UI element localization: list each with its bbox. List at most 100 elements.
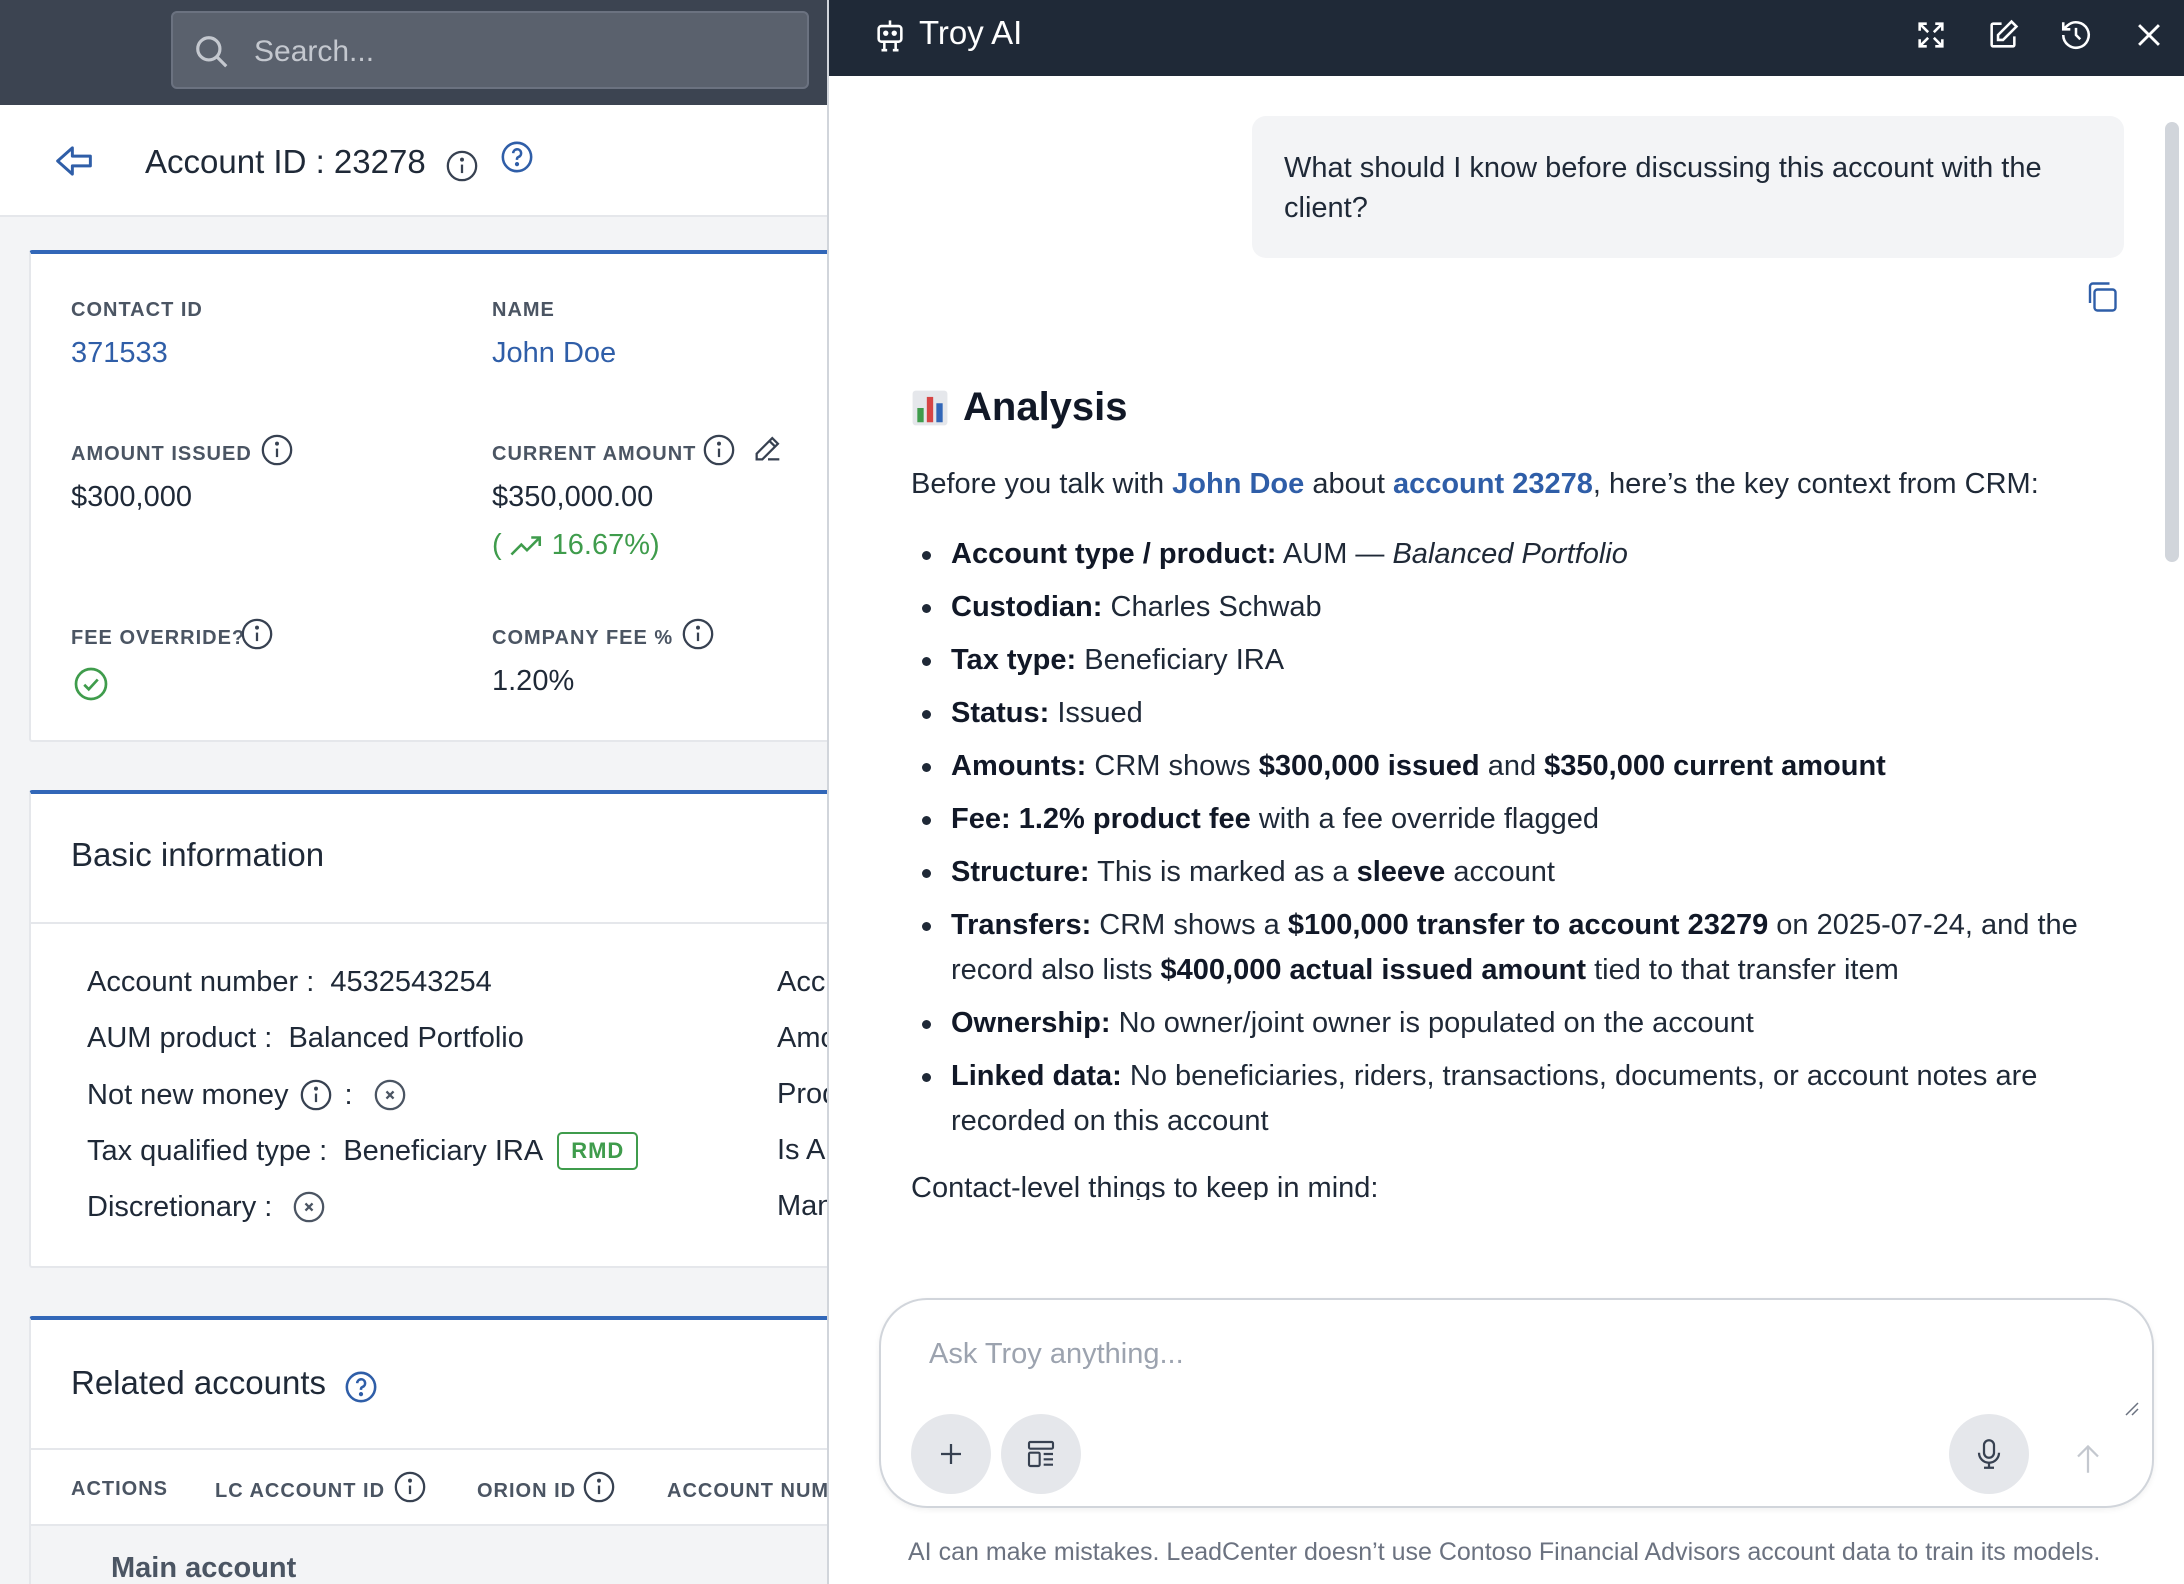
current-amount-value: $350,000.00 [492,481,654,513]
help-icon[interactable] [500,140,534,174]
chat-composer[interactable]: Ask Troy anything... [879,1298,2154,1508]
discretionary-row: Discretionary : [87,1190,326,1224]
contact-name-link[interactable]: John Doe [492,337,616,370]
bullet-label: Amounts: [951,750,1087,782]
column-header-account-number[interactable]: ACCOUNT NUM [667,1480,827,1503]
account-summary-card: CONTACT ID 371533 NAME John Doe AMOUNT I… [29,250,827,742]
bullet-text: No owner/joint owner is populated on the… [1110,1007,1754,1039]
bullet-text: with a fee override flagged [1250,803,1599,835]
robot-icon [877,20,903,52]
info-icon[interactable] [393,1470,427,1504]
bullet-text: account [1445,856,1555,888]
x-circle-icon [374,1079,405,1111]
trending-up-icon [510,535,541,555]
divider [31,1448,827,1450]
bullet-text: Balanced Portfolio [1392,538,1628,570]
ai-disclaimer: AI can make mistakes. LeadCenter doesn’t… [908,1538,2101,1566]
info-icon[interactable] [299,1078,333,1112]
ai-assistant-pane: Troy AI What should I know before discus… [827,0,2184,1584]
right-column-label: Amo [777,1022,827,1054]
account-number-row: Account number : 4532543254 [87,966,492,999]
right-column-label: Man [777,1190,827,1222]
context-bullet: Status: Issued [922,691,2121,736]
amount-change: ( 16.67%) [492,529,660,562]
right-column-label: Prod [777,1078,827,1110]
edit-icon[interactable] [751,431,785,465]
info-icon[interactable] [702,433,736,467]
tax-type-value: Beneficiary IRA [343,1134,544,1167]
amount-issued-label: AMOUNT ISSUED [71,443,252,465]
contact-link[interactable]: John Doe [1172,468,1304,500]
new-chat-icon[interactable] [1986,18,2020,52]
section-title: Basic information [71,836,325,873]
bullet-text: $350,000 current amount [1544,750,1886,782]
page-title: Account ID : 23278 [145,143,426,180]
intro-text: Before you talk with [911,468,1173,500]
basic-information-card: Basic information Account number : 45325… [29,790,827,1268]
bullet-text: $100,000 transfer to account 23279 [1287,909,1769,941]
assistant-response: Analysis Before you talk with John Doe a… [879,350,2129,1200]
bullet-label: Structure: [951,856,1090,888]
context-bullet: Ownership: No owner/joint owner is popul… [922,1001,2121,1046]
table-row[interactable]: Main account [31,1526,827,1584]
company-fee-label: COMPANY FEE % [492,627,674,649]
right-column-label: Acc [777,966,826,998]
resize-handle-icon[interactable] [2120,1397,2140,1417]
section-title: Related accounts [71,1364,326,1401]
ai-title: Troy AI [919,14,1023,51]
account-header: Account ID : 23278 [0,105,827,217]
response-intro: Before you talk with John Doe about acco… [911,468,2039,501]
chat-input-placeholder: Ask Troy anything... [929,1338,1184,1370]
bullet-text: $300,000 issued [1258,750,1480,782]
search-input[interactable]: Search... [171,11,809,89]
info-icon[interactable] [260,433,294,467]
history-icon[interactable] [2059,18,2093,52]
fee-override-label: FEE OVERRIDE? [71,627,246,649]
heading-text: Analysis [963,385,1128,429]
close-icon[interactable] [2132,18,2166,52]
add-attachment-button[interactable] [911,1414,991,1494]
voice-input-button[interactable] [1949,1414,2029,1494]
tax-type-row: Tax qualified type : Beneficiary IRA RMD [87,1132,639,1170]
right-column-label: Is A [777,1134,826,1166]
context-bullet: Amounts: CRM shows $300,000 issued and $… [922,744,2121,789]
bullet-text: AUM — [1276,538,1393,570]
template-icon [1027,1440,1055,1468]
bullet-label: Custodian: [951,591,1103,623]
check-circle-icon [74,667,108,701]
contact-id-link[interactable]: 371533 [71,337,168,370]
change-percent: 16.67%) [551,529,660,561]
crm-pane: Search... Account ID : 23278 CONTACT ID … [0,0,827,1584]
scrollbar[interactable] [2165,122,2179,562]
expand-icon[interactable] [1914,18,1948,52]
intro-text: , here’s the key context from CRM: [1592,468,2039,500]
context-bullet: Tax type: Beneficiary IRA [922,638,2121,683]
copy-icon[interactable] [2084,279,2120,315]
change-open-paren: ( [492,529,502,561]
info-icon[interactable] [445,149,479,183]
aum-product-label: AUM product : [87,1022,273,1054]
column-header-actions[interactable]: ACTIONS [71,1478,168,1501]
divider [31,922,827,924]
bullet-text: This is marked as a [1089,856,1357,888]
aum-product-value: Balanced Portfolio [288,1022,524,1054]
info-icon[interactable] [681,617,715,651]
info-icon[interactable] [240,617,274,651]
microphone-icon [1977,1439,2001,1469]
info-icon[interactable] [582,1470,616,1504]
templates-button[interactable] [1001,1414,1081,1494]
back-arrow-icon[interactable] [54,143,94,179]
company-fee-value: 1.20% [492,665,575,697]
rmd-badge: RMD [557,1132,639,1170]
plus-icon [941,1444,961,1464]
key-context-list: Account type / product: AUM — Balanced P… [922,532,2121,1152]
send-arrow-icon[interactable] [2073,1442,2103,1476]
search-placeholder: Search... [254,35,375,68]
bullet-text: CRM shows [1086,750,1259,782]
column-header-lc-account-id[interactable]: LC ACCOUNT ID [215,1480,385,1503]
contact-section-intro: Contact-level things to keep in mind: [911,1172,1379,1200]
crm-top-bar: Search... [0,0,827,105]
column-header-orion-id[interactable]: ORION ID [477,1480,576,1503]
account-link[interactable]: account 23278 [1393,468,1593,500]
help-icon[interactable] [344,1370,378,1404]
